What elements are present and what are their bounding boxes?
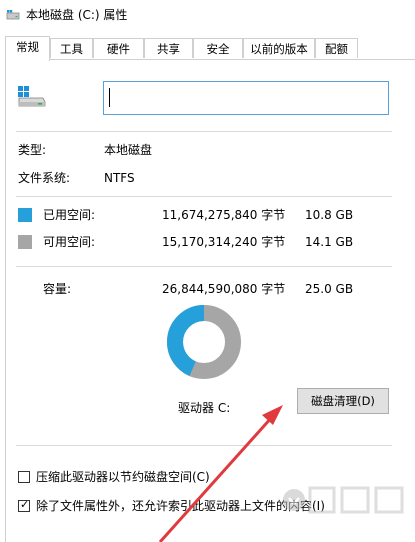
window-title: 本地磁盘 (C:) 属性 (26, 8, 128, 22)
tab-tools[interactable]: 工具 (50, 38, 93, 58)
tab-quota[interactable]: 配额 (315, 38, 358, 58)
separator (16, 131, 392, 132)
free-space-label: 可用空间: (43, 235, 96, 249)
file-system-value: NTFS (104, 171, 135, 185)
capacity-label: 容量: (43, 282, 72, 296)
tab-security[interactable]: 安全 (193, 38, 243, 58)
compress-label: 压缩此驱动器以节约磁盘空间(C) (36, 470, 210, 484)
drive-label: 驱动器 C: (178, 401, 231, 415)
used-space-bytes: 11,674,275,840 字节 (162, 208, 286, 222)
tab-sharing[interactable]: 共享 (144, 38, 193, 58)
tab-general[interactable]: 常规 (5, 36, 50, 61)
drive-icon (18, 86, 46, 107)
file-system-label: 文件系统: (18, 171, 71, 185)
drive-name-input[interactable] (103, 81, 389, 115)
tab-previous-versions[interactable]: 以前的版本 (243, 38, 315, 58)
drive-title-icon (6, 10, 20, 20)
separator (16, 445, 392, 446)
type-label: 类型: (18, 143, 47, 157)
separator (16, 196, 392, 197)
capacity-size: 25.0 GB (305, 282, 354, 296)
type-value: 本地磁盘 (104, 143, 153, 157)
disk-cleanup-button[interactable]: 磁盘清理(D) (297, 388, 389, 414)
compress-checkbox[interactable] (18, 471, 30, 483)
checkmark-icon: ✓ (20, 498, 30, 511)
index-label: 除了文件属性外，还允许索引此驱动器上文件的内容(I) (36, 499, 325, 513)
capacity-bytes: 26,844,590,080 字节 (162, 282, 286, 296)
used-space-size: 10.8 GB (305, 208, 354, 222)
used-space-swatch (18, 208, 32, 222)
usage-donut-chart (167, 305, 241, 379)
tab-bar: 常规 工具 硬件 共享 安全 以前的版本 配额 (0, 36, 415, 61)
free-space-bytes: 15,170,314,240 字节 (162, 235, 286, 249)
tab-hardware[interactable]: 硬件 (93, 38, 144, 58)
free-space-size: 14.1 GB (305, 235, 354, 249)
index-checkbox[interactable]: ✓ (18, 498, 30, 512)
title-bar: 本地磁盘 (C:) 属性 (0, 0, 415, 30)
free-space-swatch (18, 235, 32, 249)
properties-window: 本地磁盘 (C:) 属性 常规 工具 硬件 共享 安全 以前的版本 配额 类型:… (0, 0, 415, 542)
used-space-label: 已用空间: (43, 208, 96, 222)
text-caret (109, 88, 110, 107)
separator (16, 266, 392, 267)
